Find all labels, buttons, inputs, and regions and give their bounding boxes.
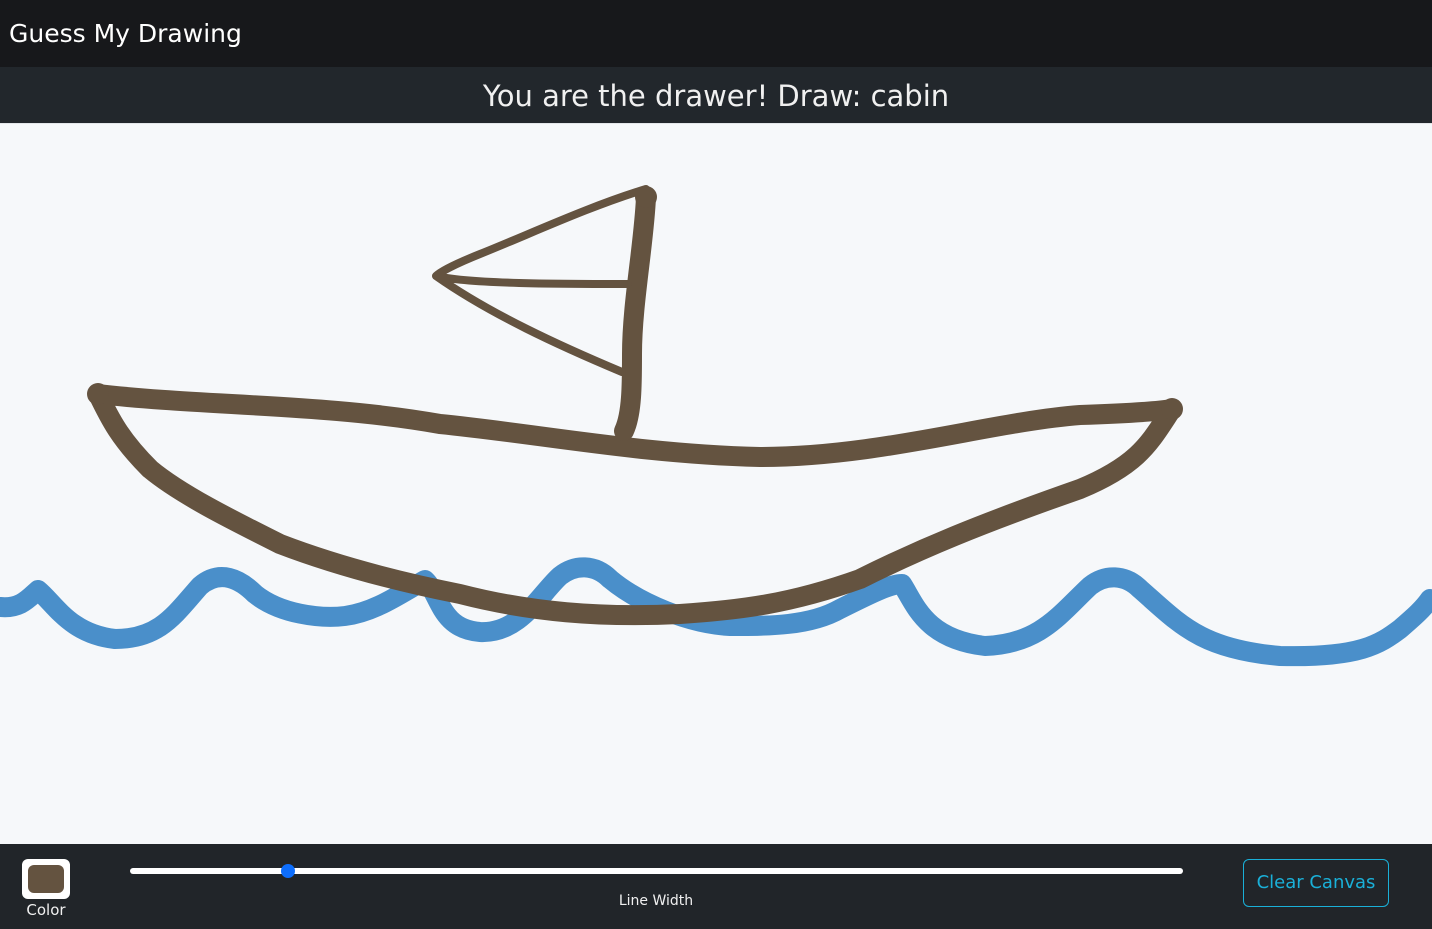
boat-stroke-end bbox=[1161, 398, 1183, 420]
boat-sail-stroke bbox=[432, 185, 650, 376]
top-navbar: Guess My Drawing bbox=[0, 0, 1432, 67]
color-label: Color bbox=[26, 901, 66, 919]
slider-thumb[interactable] bbox=[280, 864, 295, 878]
color-picker[interactable] bbox=[22, 859, 70, 899]
boat-mast-stroke bbox=[614, 187, 656, 441]
clear-canvas-button[interactable]: Clear Canvas bbox=[1243, 859, 1389, 907]
line-width-slider[interactable] bbox=[130, 864, 1183, 878]
mast-stroke-end bbox=[635, 186, 657, 208]
drawer-prompt: You are the drawer! Draw: cabin bbox=[482, 79, 950, 113]
app-brand[interactable]: Guess My Drawing bbox=[9, 14, 242, 54]
selected-color-fill bbox=[28, 865, 64, 893]
drawing-toolbar: Color Line Width Clear Canvas bbox=[0, 844, 1432, 929]
line-width-label: Line Width bbox=[618, 893, 694, 909]
prompt-bar: You are the drawer! Draw: cabin bbox=[0, 67, 1432, 123]
drawing-svg[interactable] bbox=[0, 124, 1432, 845]
boat-stroke-end bbox=[87, 383, 109, 405]
drawing-canvas[interactable] bbox=[0, 123, 1432, 844]
